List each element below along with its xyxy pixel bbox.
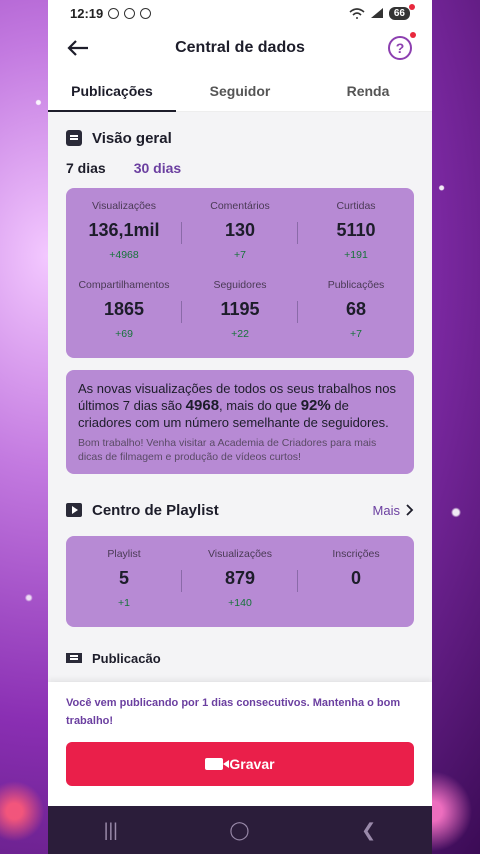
- stat-likes[interactable]: Curtidas 5110 +191: [298, 200, 414, 267]
- insight-part2: , mais do que: [219, 398, 301, 413]
- app-header: Central de dados ?: [48, 30, 432, 66]
- back-button[interactable]: [64, 34, 92, 62]
- stat-value: 136,1mil: [88, 220, 160, 240]
- playlist-title: Centro de Playlist: [92, 501, 219, 519]
- stat-label: Visualizações: [91, 200, 156, 212]
- status-bar: 12:19 66: [48, 0, 432, 26]
- help-icon: ?: [395, 40, 405, 56]
- overview-header: Visão geral: [48, 124, 432, 152]
- stat-label: Playlist: [107, 548, 141, 560]
- tab-renda[interactable]: Renda: [304, 70, 432, 111]
- stat-value: 5110: [336, 220, 376, 240]
- streak-message: Você vem publicando por 1 dias consecuti…: [66, 697, 401, 727]
- home-button[interactable]: ◯: [229, 820, 249, 841]
- more-link[interactable]: Mais: [373, 503, 414, 518]
- app-screen: 12:19 66 Central de dados ? Publicações …: [48, 0, 432, 854]
- record-label: Gravar: [229, 756, 275, 772]
- publication-section-title: Publicação: [92, 653, 161, 663]
- status-time: 12:19: [70, 5, 104, 21]
- stat-subscriptions[interactable]: Inscrições 0: [298, 548, 414, 615]
- stat-shares[interactable]: Compartilhamentos 1865 +69: [66, 279, 182, 346]
- stat-playlists[interactable]: Playlist 5 +1: [66, 548, 182, 615]
- arrow-left-icon: [67, 40, 88, 56]
- help-button[interactable]: ?: [388, 32, 416, 60]
- insight-views-value: 4968: [185, 397, 220, 414]
- tab-publicacoes[interactable]: Publicações: [48, 70, 176, 112]
- tab-seguidor[interactable]: Seguidor: [176, 70, 304, 111]
- signal-icon: [370, 8, 383, 18]
- stat-value: 1195: [220, 299, 260, 319]
- insight-text: As novas visualizações de todos os seus …: [78, 380, 402, 431]
- wifi-icon: [349, 8, 365, 19]
- stat-posts[interactable]: Publicações 68 +7: [298, 279, 414, 346]
- video-camera-icon: [205, 758, 230, 770]
- back-nav-button[interactable]: ❮: [361, 820, 376, 841]
- stat-label: Seguidores: [213, 279, 267, 291]
- stat-label: Publicações: [327, 279, 385, 291]
- document-icon: [66, 130, 82, 146]
- stat-comments[interactable]: Comentários 130 +7: [182, 200, 298, 267]
- tab-bar: Publicações Seguidor Renda: [48, 70, 432, 112]
- insight-percent-value: 92%: [300, 397, 331, 414]
- stat-value: 879: [224, 568, 256, 588]
- overview-title: Visão geral: [92, 129, 172, 147]
- period-selector: 7 dias 30 dias: [48, 160, 432, 176]
- stat-label: Compartilhamentos: [78, 279, 170, 291]
- stat-views[interactable]: Visualizações 136,1mil +4968: [66, 200, 182, 267]
- facebook-icon: [124, 7, 136, 19]
- section-icon: [66, 653, 82, 663]
- whatsapp-icon: [108, 7, 120, 19]
- stat-value: 130: [224, 220, 256, 240]
- stat-delta: +22: [231, 328, 249, 340]
- stat-value: 68: [345, 299, 367, 319]
- more-label: Mais: [372, 502, 400, 518]
- stat-value: 1865: [103, 299, 145, 319]
- stat-value: 0: [350, 568, 361, 588]
- playlist-header: Centro de Playlist Mais: [48, 496, 432, 524]
- overview-stats-card: Visualizações 136,1mil +4968 Comentários…: [66, 188, 414, 358]
- period-7-days[interactable]: 7 dias: [66, 160, 106, 176]
- system-navigation-bar: ||| ◯ ❮: [48, 806, 432, 854]
- record-button[interactable]: Gravar: [66, 742, 414, 786]
- insight-subtext: Bom trabalho! Venha visitar a Academia d…: [78, 437, 377, 463]
- stat-delta: +4968: [109, 249, 139, 261]
- stat-label: Visualizações: [207, 548, 272, 560]
- stat-delta: +191: [344, 249, 368, 261]
- stat-delta: +69: [115, 328, 133, 340]
- recent-apps-button[interactable]: |||: [104, 820, 118, 841]
- period-30-days[interactable]: 30 dias: [134, 160, 181, 176]
- bottom-panel: Você vem publicando por 1 dias consecuti…: [48, 682, 432, 806]
- publication-section-peek: Publicação: [48, 653, 432, 663]
- playlist-stats-card: Playlist 5 +1 Visualizações 879 +140 Ins…: [66, 536, 414, 627]
- stat-label: Comentários: [210, 200, 270, 212]
- stat-followers[interactable]: Seguidores 1195 +22: [182, 279, 298, 346]
- stat-delta: +7: [350, 328, 362, 340]
- battery-indicator: 66: [388, 3, 416, 20]
- playlist-icon: [66, 503, 82, 517]
- stat-value: 5: [118, 568, 129, 588]
- instagram-icon: [140, 7, 152, 19]
- stat-delta: +140: [228, 597, 252, 609]
- insight-message[interactable]: As novas visualizações de todos os seus …: [66, 370, 414, 474]
- stat-playlist-views[interactable]: Visualizações 879 +140: [182, 548, 298, 615]
- stat-label: Curtidas: [336, 200, 376, 212]
- stat-delta: +1: [118, 597, 130, 609]
- chevron-right-icon: [406, 504, 414, 516]
- stat-delta: +7: [234, 249, 246, 261]
- stat-label: Inscrições: [332, 548, 380, 560]
- page-title: Central de dados: [175, 39, 305, 56]
